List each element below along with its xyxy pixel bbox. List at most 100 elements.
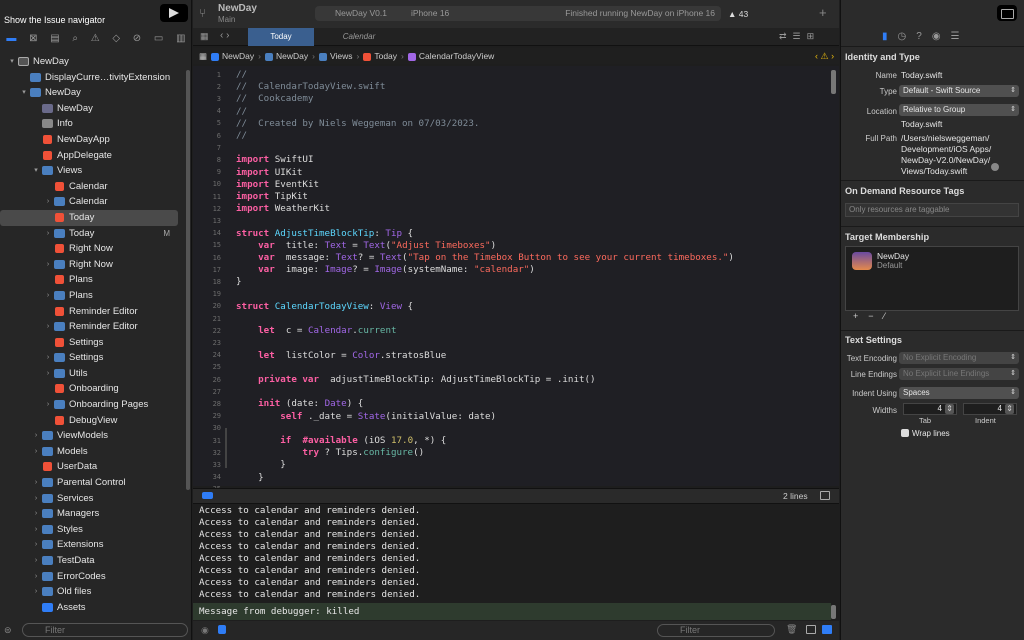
navigator-item[interactable]: Plans xyxy=(0,272,188,288)
eye-icon[interactable]: ◉ xyxy=(201,625,209,636)
variables-icon[interactable] xyxy=(218,625,226,634)
name-field[interactable]: Today.swift xyxy=(901,70,942,80)
navigator-item[interactable]: › TestData xyxy=(0,553,188,569)
navigator-item[interactable]: › ErrorCodes xyxy=(0,569,188,585)
code-line[interactable]: // xyxy=(236,130,247,141)
disclosure-icon[interactable]: › xyxy=(32,475,40,491)
warning-icon[interactable]: ‹ ⚠ › xyxy=(815,51,834,62)
navigator-item[interactable]: Onboarding xyxy=(0,381,188,397)
indent-width-stepper[interactable]: 4 xyxy=(963,403,1017,415)
crumb-newday-folder[interactable]: NewDay xyxy=(265,48,308,64)
crumb-symbol[interactable]: CalendarTodayView xyxy=(407,48,494,64)
disclosure-icon[interactable]: › xyxy=(44,226,52,242)
right-pane-icon[interactable] xyxy=(822,625,832,634)
code-line[interactable]: // Created by Niels Weggeman on 07/03/20… xyxy=(236,118,479,129)
code-line[interactable]: private var adjustTimeBlockTip: AdjustTi… xyxy=(236,374,595,385)
disclosure-icon[interactable]: › xyxy=(44,288,52,304)
disclosure-icon[interactable]: › xyxy=(32,553,40,569)
code-line[interactable]: // xyxy=(236,106,247,117)
code-line[interactable]: } xyxy=(236,459,286,470)
console-scrollbar[interactable] xyxy=(831,605,836,619)
disclosure-icon[interactable]: › xyxy=(32,491,40,507)
crumb-newday[interactable]: NewDay xyxy=(211,48,254,64)
history-icon[interactable]: ◷ xyxy=(898,31,907,42)
symbol-icon[interactable]: ▤ xyxy=(50,33,59,44)
disclosure-icon[interactable]: ▾ xyxy=(8,54,16,70)
code-line[interactable]: import UIKit xyxy=(236,167,302,178)
target-name[interactable]: NewDay xyxy=(877,251,909,261)
back-forward-icon[interactable]: ‹ › xyxy=(220,30,229,41)
wrap-lines-checkbox[interactable] xyxy=(901,429,909,437)
code-line[interactable]: // CalendarTodayView.swift xyxy=(236,81,385,92)
issue-icon[interactable]: ⚠ xyxy=(91,33,100,44)
navigator-item[interactable]: ▾ Views xyxy=(0,163,188,179)
navigator-item[interactable]: Assets xyxy=(0,600,188,616)
navigator-item[interactable]: DisplayCurre…tivityExtension xyxy=(0,70,188,86)
code-line[interactable]: let listColor = Color.stratosBlue xyxy=(236,350,446,361)
code-line[interactable]: var image: Image? = Image(systemName: "c… xyxy=(236,264,535,275)
disclosure-icon[interactable]: › xyxy=(44,397,52,413)
disclosure-icon[interactable]: › xyxy=(44,366,52,382)
scheme-selector[interactable]: NewDay V0.1 xyxy=(335,6,387,21)
navigator-item[interactable]: Calendar xyxy=(0,179,188,195)
run-button[interactable] xyxy=(160,4,188,22)
code-line[interactable]: } xyxy=(236,276,242,287)
left-pane-icon[interactable] xyxy=(806,625,816,634)
navigator-item[interactable]: NewDayApp xyxy=(0,132,188,148)
identity-icon[interactable]: ◉ xyxy=(932,31,941,42)
hide-debug-icon[interactable] xyxy=(820,491,830,500)
folder-icon[interactable]: ▬ xyxy=(6,33,16,44)
code-line[interactable]: init (date: Date) { xyxy=(236,398,363,409)
endings-select[interactable]: No Explicit Line Endings xyxy=(899,368,1019,380)
navigator-item[interactable]: Settings xyxy=(0,335,188,351)
inspector-toggle-button[interactable] xyxy=(997,5,1017,21)
disclosure-icon[interactable]: ▾ xyxy=(32,163,40,179)
navigator-item[interactable]: NewDay xyxy=(0,101,188,117)
disclosure-icon[interactable]: › xyxy=(32,522,40,538)
grid-icon[interactable]: ▦ xyxy=(200,31,209,42)
code-line[interactable]: // xyxy=(236,69,247,80)
code-line[interactable]: struct AdjustTimeBlockTip: Tip { xyxy=(236,228,413,239)
navigator-item[interactable]: › Calendar xyxy=(0,194,188,210)
disclosure-icon[interactable]: › xyxy=(44,194,52,210)
code-line[interactable]: let c = Calendar.current xyxy=(236,325,396,336)
disclosure-icon[interactable]: › xyxy=(32,569,40,585)
disclosure-icon[interactable]: › xyxy=(32,428,40,444)
navigator-item[interactable]: › Services xyxy=(0,491,188,507)
navigator-item[interactable]: ▾ NewDay xyxy=(0,54,188,70)
attributes-icon[interactable]: ☰ xyxy=(951,31,960,42)
code-line[interactable]: var message: Text? = Text("Tap on the Ti… xyxy=(236,252,734,263)
code-line[interactable]: import SwiftUI xyxy=(236,154,313,165)
navigator-item[interactable]: › Utils xyxy=(0,366,188,382)
report-icon[interactable]: ▥ xyxy=(176,33,185,44)
disclosure-icon[interactable]: › xyxy=(32,584,40,600)
code-line[interactable]: } xyxy=(236,472,264,483)
grid-icon[interactable]: ▦ xyxy=(199,48,207,64)
navigator-item[interactable]: Reminder Editor xyxy=(0,304,188,320)
filter-icon[interactable]: ⊜ xyxy=(4,625,12,636)
debug-icon[interactable]: ⊘ xyxy=(133,33,141,44)
code-line[interactable]: struct CalendarTodayView: View { xyxy=(236,301,413,312)
navigator-item[interactable]: UserData xyxy=(0,459,188,475)
navigator-item[interactable]: › Onboarding Pages xyxy=(0,397,188,413)
warning-count[interactable]: ▲ 43 xyxy=(728,9,748,19)
add-icon[interactable]: + xyxy=(819,5,827,20)
disclosure-icon[interactable]: › xyxy=(44,350,52,366)
navigator-item[interactable]: › Old files xyxy=(0,584,188,600)
navigator-item[interactable]: › Models xyxy=(0,444,188,460)
navigator-item[interactable]: › Right Now xyxy=(0,257,188,273)
odr-input[interactable]: Only resources are taggable xyxy=(845,203,1019,217)
debug-area-toggle-icon[interactable] xyxy=(202,492,213,499)
navigator-item[interactable]: Info xyxy=(0,116,188,132)
target-actions[interactable]: +−⁄ xyxy=(845,310,1019,322)
disclosure-icon[interactable]: › xyxy=(32,537,40,553)
disclosure-icon[interactable]: › xyxy=(32,444,40,460)
code-line[interactable]: try ? Tips.configure() xyxy=(236,447,424,458)
disclosure-icon[interactable]: › xyxy=(44,257,52,273)
code-line[interactable]: self ._date = State(initialValue: date) xyxy=(236,411,496,422)
test-icon[interactable]: ◇ xyxy=(112,33,120,44)
navigator-item[interactable]: AppDelegate xyxy=(0,148,188,164)
code-line[interactable]: import WeatherKit xyxy=(236,203,330,214)
crumb-today[interactable]: Today xyxy=(363,48,397,64)
disclosure-icon[interactable]: › xyxy=(44,319,52,335)
